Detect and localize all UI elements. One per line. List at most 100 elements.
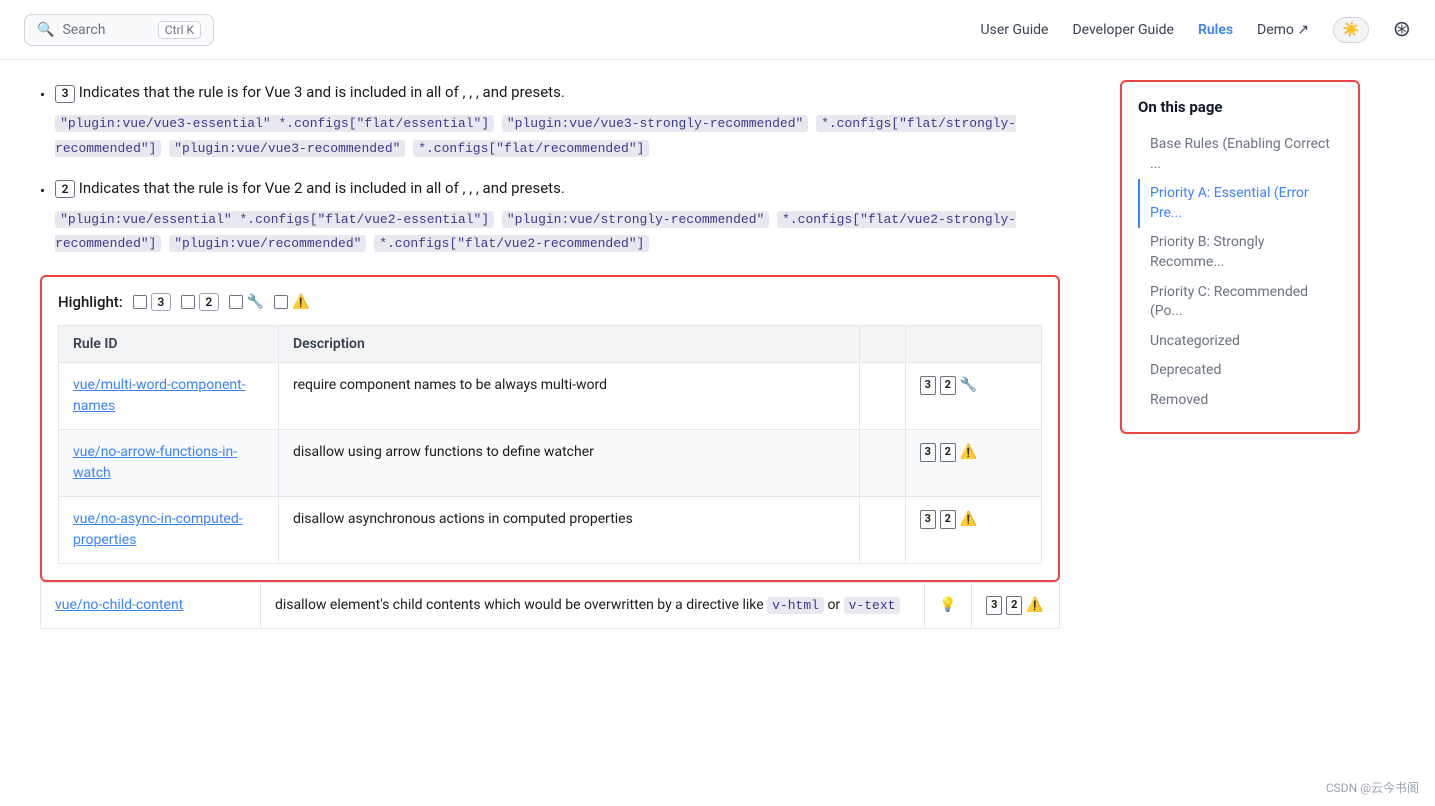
code-v2-1: "plugin:vue/essential" *.configs["flat/v… bbox=[55, 211, 494, 228]
badge-v3-filter: 3 bbox=[151, 293, 171, 311]
toc-item-base-rules[interactable]: Base Rules (Enabling Correct ... bbox=[1138, 130, 1342, 179]
search-box[interactable]: 🔍 Search Ctrl K bbox=[24, 14, 214, 46]
code-v2-2: "plugin:vue/strongly-recommended" bbox=[502, 211, 769, 228]
rule-bulb-cell-4: 💡 bbox=[925, 583, 972, 629]
search-kbd: Ctrl K bbox=[158, 21, 201, 39]
rule-id-cell-4: vue/no-child-content bbox=[41, 583, 261, 629]
rule-icons-cell-1: 3 2 🔧 bbox=[905, 363, 1041, 430]
main-nav: User Guide Developer Guide Rules Demo ↗ … bbox=[981, 17, 1411, 43]
table-row: vue/no-async-in-computed-properties disa… bbox=[59, 497, 1042, 564]
highlight-box: Highlight: 3 2 🔧 ⚠️ bbox=[40, 275, 1060, 582]
v2-badge-row3: 2 bbox=[940, 510, 956, 529]
rule-id-cell-3: vue/no-async-in-computed-properties bbox=[59, 497, 279, 564]
nav-demo[interactable]: Demo ↗ bbox=[1257, 22, 1309, 38]
toc-item-deprecated[interactable]: Deprecated bbox=[1138, 356, 1342, 386]
warning-icon-row2: ⚠️ bbox=[960, 442, 977, 463]
toc-item-removed[interactable]: Removed bbox=[1138, 386, 1342, 416]
code-v2-4: "plugin:vue/recommended" bbox=[169, 235, 366, 252]
table-row: vue/no-arrow-functions-in-watch disallow… bbox=[59, 430, 1042, 497]
bullet-content-1: 3 Indicates that the rule is for Vue 3 a… bbox=[55, 80, 1060, 160]
rule-link-4[interactable]: vue/no-child-content bbox=[55, 597, 183, 613]
col-header-id: Rule ID bbox=[59, 326, 279, 363]
v3-badge-row3: 3 bbox=[920, 510, 936, 529]
bullet-item-v2: • 2 Indicates that the rule is for Vue 2… bbox=[40, 176, 1060, 256]
v2-badge-row2: 2 bbox=[940, 443, 956, 462]
rule-desc-cell-4: disallow element's child contents which … bbox=[261, 583, 925, 629]
theme-toggle[interactable]: ☀️ bbox=[1333, 17, 1368, 43]
checkbox-wrench[interactable] bbox=[229, 295, 243, 309]
rule-desc-cell-1: require component names to be always mul… bbox=[279, 363, 860, 430]
code-v3-4: "plugin:vue/vue3-recommended" bbox=[169, 140, 405, 157]
col-header-icons bbox=[905, 326, 1041, 363]
code-v3-5: *.configs["flat/recommended"] bbox=[413, 140, 649, 157]
v2-badge-row1: 2 bbox=[940, 376, 956, 395]
rule-icons-cell-2: 3 2 ⚠️ bbox=[905, 430, 1041, 497]
col-header-empty1 bbox=[860, 326, 906, 363]
header: 🔍 Search Ctrl K User Guide Developer Gui… bbox=[0, 0, 1435, 60]
checkbox-v2[interactable] bbox=[181, 295, 195, 309]
rule-empty-cell-1 bbox=[860, 363, 906, 430]
rule-id-cell-1: vue/multi-word-component-names bbox=[59, 363, 279, 430]
rules-table-below: vue/no-child-content disallow element's … bbox=[40, 582, 1060, 629]
highlight-row: Highlight: 3 2 🔧 ⚠️ bbox=[58, 293, 1042, 311]
toc-item-priority-b[interactable]: Priority B: Strongly Recomme... bbox=[1138, 228, 1342, 277]
rule-link-3[interactable]: vue/no-async-in-computed-properties bbox=[73, 511, 243, 548]
wrench-icon: 🔧 bbox=[247, 294, 264, 310]
rule-desc-cell-2: disallow using arrow functions to define… bbox=[279, 430, 860, 497]
table-row: vue/multi-word-component-names require c… bbox=[59, 363, 1042, 430]
bullet-section: • 3 Indicates that the rule is for Vue 3… bbox=[40, 80, 1060, 255]
toc-box: On this page Base Rules (Enabling Correc… bbox=[1120, 80, 1360, 434]
code-v-html: v-html bbox=[767, 597, 824, 614]
search-label: Search bbox=[62, 22, 105, 38]
toc-item-uncategorized[interactable]: Uncategorized bbox=[1138, 327, 1342, 357]
rule-link-2[interactable]: vue/no-arrow-functions-in-watch bbox=[73, 444, 237, 481]
checkbox-v3[interactable] bbox=[133, 295, 147, 309]
rule-empty-cell-2 bbox=[860, 430, 906, 497]
nav-user-guide[interactable]: User Guide bbox=[981, 22, 1049, 38]
filter-v3[interactable]: 3 bbox=[133, 293, 171, 311]
toc-item-priority-c[interactable]: Priority C: Recommended (Po... bbox=[1138, 278, 1342, 327]
nav-rules[interactable]: Rules bbox=[1198, 22, 1233, 38]
bullet-item-v3: • 3 Indicates that the rule is for Vue 3… bbox=[40, 80, 1060, 160]
table-row: vue/no-child-content disallow element's … bbox=[41, 583, 1060, 629]
highlight-label: Highlight: bbox=[58, 293, 123, 311]
right-sidebar: On this page Base Rules (Enabling Correc… bbox=[1100, 60, 1380, 806]
v2-badge: 2 bbox=[55, 180, 75, 198]
code-v-text: v-text bbox=[844, 597, 901, 614]
warning-icon-row3: ⚠️ bbox=[960, 509, 977, 530]
v3-badge: 3 bbox=[55, 85, 75, 103]
v3-badge-row1: 3 bbox=[920, 376, 936, 395]
filter-wrench[interactable]: 🔧 bbox=[229, 294, 264, 310]
col-header-desc: Description bbox=[279, 326, 860, 363]
rule-icons-cell-4: 3 2 ⚠️ bbox=[972, 583, 1060, 629]
bullet-dot-1: • bbox=[40, 83, 45, 160]
bullet-content-2: 2 Indicates that the rule is for Vue 2 a… bbox=[55, 176, 1060, 256]
filter-v2[interactable]: 2 bbox=[181, 293, 219, 311]
main-wrapper: • 3 Indicates that the rule is for Vue 3… bbox=[0, 60, 1435, 806]
rule-desc-cell-3: disallow asynchronous actions in compute… bbox=[279, 497, 860, 564]
bullet-dot-2: • bbox=[40, 179, 45, 256]
main-content: • 3 Indicates that the rule is for Vue 3… bbox=[0, 60, 1100, 806]
toc-item-priority-a[interactable]: Priority A: Essential (Error Pre... bbox=[1138, 179, 1342, 228]
warning-icon: ⚠️ bbox=[292, 294, 309, 310]
warning-icon-row4: ⚠️ bbox=[1026, 595, 1043, 616]
toc-title: On this page bbox=[1138, 98, 1342, 116]
nav-developer-guide[interactable]: Developer Guide bbox=[1072, 22, 1174, 38]
rule-id-cell-2: vue/no-arrow-functions-in-watch bbox=[59, 430, 279, 497]
v2-badge-row4: 2 bbox=[1006, 596, 1022, 615]
bulb-icon-row4: 💡 bbox=[939, 597, 956, 613]
code-v3-2: "plugin:vue/vue3-strongly-recommended" bbox=[502, 115, 808, 132]
rule-link-1[interactable]: vue/multi-word-component-names bbox=[73, 377, 246, 414]
rules-table: Rule ID Description vue/multi-word-compo… bbox=[58, 325, 1042, 564]
checkbox-warning[interactable] bbox=[274, 295, 288, 309]
v3-badge-row2: 3 bbox=[920, 443, 936, 462]
wrench-icon-row1: 🔧 bbox=[960, 375, 977, 396]
code-v3-1: "plugin:vue/vue3-essential" *.configs["f… bbox=[55, 115, 494, 132]
filter-warning[interactable]: ⚠️ bbox=[274, 294, 309, 310]
search-icon: 🔍 bbox=[37, 22, 54, 38]
code-v2-5: *.configs["flat/vue2-recommended"] bbox=[374, 235, 649, 252]
v3-badge-row4: 3 bbox=[986, 596, 1002, 615]
badge-v2-filter: 2 bbox=[199, 293, 219, 311]
rule-icons-cell-3: 3 2 ⚠️ bbox=[905, 497, 1041, 564]
github-icon[interactable]: ⊛ bbox=[1393, 17, 1411, 42]
